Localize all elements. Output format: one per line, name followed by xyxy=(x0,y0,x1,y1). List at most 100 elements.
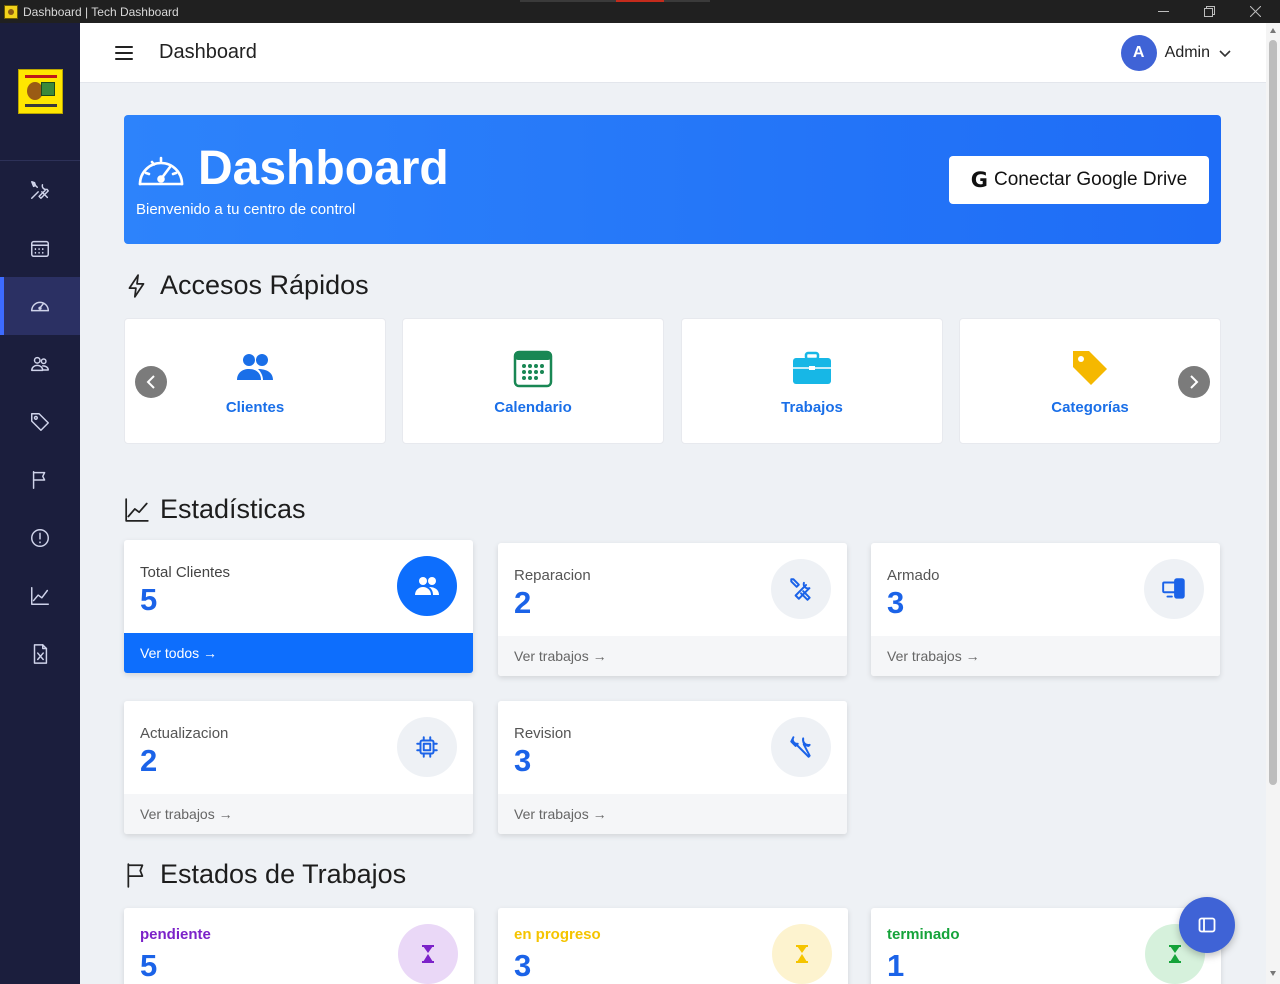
speedometer-icon xyxy=(136,151,186,189)
exclamation-circle-icon xyxy=(31,529,49,547)
ver-trabajos-link[interactable]: Ver trabajos → xyxy=(498,636,847,676)
people-icon xyxy=(415,577,439,595)
quick-access-label: Trabajos xyxy=(781,398,843,416)
job-state-label: en progreso xyxy=(514,926,601,943)
stat-label: Actualizacion xyxy=(140,725,229,742)
tags-icon xyxy=(31,413,49,431)
graph-icon xyxy=(125,497,149,522)
flag-icon xyxy=(32,471,46,489)
scroll-down-icon[interactable] xyxy=(1269,969,1277,977)
chevron-left-icon xyxy=(146,375,155,389)
stat-card-revision: Revision 3 Ver trabajos → xyxy=(498,701,847,834)
sidebar-item-estados[interactable] xyxy=(0,451,80,509)
scrollbar-thumb[interactable] xyxy=(1269,40,1277,785)
menu-toggle-button[interactable] xyxy=(115,45,133,60)
sidebar-item-dashboard[interactable] xyxy=(0,277,80,335)
main-content: Dashboard Bienvenido a tu centro de cont… xyxy=(80,83,1266,984)
chevron-down-icon xyxy=(1219,50,1231,58)
job-state-icon-badge xyxy=(398,924,458,984)
job-state-label: terminado xyxy=(887,926,960,943)
close-button[interactable] xyxy=(1232,0,1278,23)
hourglass-icon xyxy=(796,945,808,963)
sidebar-item-exportar[interactable] xyxy=(0,625,80,683)
quick-access-label: Calendario xyxy=(494,398,572,416)
stat-label: Revision xyxy=(514,725,572,742)
quick-access-label: Clientes xyxy=(225,398,285,416)
calendar-icon xyxy=(513,350,553,387)
page-title: Dashboard xyxy=(159,41,257,63)
sidebar-logo-area xyxy=(0,23,80,161)
briefcase-icon xyxy=(793,351,831,384)
hourglass-icon xyxy=(422,945,434,963)
restore-button[interactable] xyxy=(1186,0,1232,23)
job-state-value: 5 xyxy=(140,948,158,983)
flag-icon xyxy=(127,862,144,888)
user-menu[interactable]: A Admin xyxy=(1120,35,1232,71)
cpu-icon xyxy=(416,736,438,758)
sidebar-item-categorias[interactable] xyxy=(0,393,80,451)
sidebar-item-calendario[interactable] xyxy=(0,219,80,277)
job-state-value: 3 xyxy=(514,948,532,983)
stat-label: Reparacion xyxy=(514,567,591,584)
stat-value: 2 xyxy=(140,743,158,778)
stat-icon-badge xyxy=(397,717,457,777)
stat-icon-badge xyxy=(771,717,831,777)
google-icon: G xyxy=(970,168,988,192)
quick-access-trabajos[interactable]: Trabajos xyxy=(681,318,943,444)
stat-card-actualizacion: Actualizacion 2 Ver trabajos → xyxy=(124,701,473,834)
quick-access-label: Categorías xyxy=(1051,398,1129,416)
sidebar-item-estadisticas[interactable] xyxy=(0,567,80,625)
job-state-card-terminado: terminado 1 xyxy=(871,908,1221,984)
close-icon xyxy=(1249,6,1261,17)
avatar: A xyxy=(1120,35,1157,71)
tag-icon xyxy=(1073,350,1107,385)
speedometer-icon xyxy=(31,301,49,312)
job-state-value: 1 xyxy=(887,948,905,983)
ver-todos-link[interactable]: Ver todos → xyxy=(124,633,473,673)
minimize-icon xyxy=(1157,11,1169,12)
stat-value: 2 xyxy=(514,585,532,620)
ver-trabajos-link[interactable]: Ver trabajos → xyxy=(498,794,847,834)
job-state-card-en-progreso: en progreso 3 xyxy=(498,908,848,984)
company-logo[interactable] xyxy=(17,69,63,114)
sidebar-toggle-fab[interactable] xyxy=(1179,897,1235,953)
stat-card-armado: Armado 3 Ver trabajos → xyxy=(871,543,1220,676)
stat-value: 3 xyxy=(514,743,532,778)
stat-value: 3 xyxy=(887,585,905,620)
stat-label: Total Clientes xyxy=(140,564,231,581)
connect-google-drive-label: Conectar Google Drive xyxy=(993,169,1188,190)
dashboard-hero-banner: Dashboard Bienvenido a tu centro de cont… xyxy=(124,115,1221,244)
job-state-card-pendiente: pendiente 5 xyxy=(124,908,474,984)
stat-label: Armado xyxy=(887,567,940,584)
carousel-prev-button[interactable] xyxy=(135,366,167,398)
hero-subtitle: Bienvenido a tu centro de control xyxy=(136,201,356,218)
calendar-icon xyxy=(31,240,49,257)
sidebar-item-clientes[interactable] xyxy=(0,335,80,393)
page-scrollbar[interactable] xyxy=(1266,23,1280,984)
quick-access-calendario[interactable]: Calendario xyxy=(402,318,664,444)
ver-trabajos-link[interactable]: Ver trabajos → xyxy=(871,636,1220,676)
restore-icon xyxy=(1203,6,1215,17)
window-title: Dashboard | Tech Dashboard xyxy=(23,4,179,19)
window-titlebar: Dashboard | Tech Dashboard xyxy=(0,0,1280,23)
hero-title: Dashboard xyxy=(198,142,449,195)
carousel-next-button[interactable] xyxy=(1178,366,1210,398)
sidebar-item-alertas[interactable] xyxy=(0,509,80,567)
people-icon xyxy=(237,353,273,380)
layout-sidebar-icon xyxy=(1198,917,1216,933)
stat-icon-badge xyxy=(397,556,457,616)
app-logo-icon xyxy=(4,4,18,19)
lightning-icon xyxy=(128,273,145,298)
stat-card-total-clientes: Total Clientes 5 Ver todos → xyxy=(124,540,473,673)
job-state-icon-badge xyxy=(772,924,832,984)
minimize-button[interactable] xyxy=(1140,0,1186,23)
ver-trabajos-link[interactable]: Ver trabajos → xyxy=(124,794,473,834)
job-state-label: pendiente xyxy=(140,926,211,943)
chevron-right-icon xyxy=(1190,375,1199,389)
top-header: Dashboard A Admin xyxy=(80,23,1266,83)
titlebar-decoration xyxy=(520,0,710,2)
scroll-up-icon[interactable] xyxy=(1269,27,1277,35)
tools-icon xyxy=(790,578,811,601)
connect-google-drive-button[interactable]: G Conectar Google Drive xyxy=(949,156,1209,204)
sidebar-item-trabajos[interactable] xyxy=(0,161,80,219)
